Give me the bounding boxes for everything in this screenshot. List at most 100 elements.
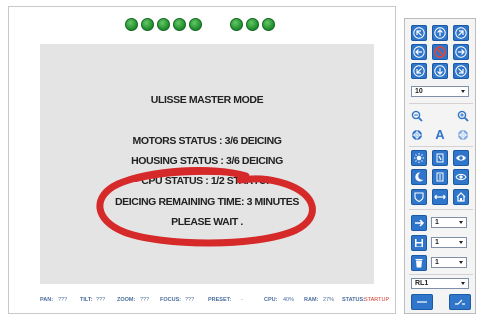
led-indicator — [125, 18, 138, 31]
focus-value: ??? — [185, 297, 195, 303]
relay-off-button[interactable] — [411, 294, 433, 310]
home-icon — [456, 192, 466, 202]
arrow-up-right-icon — [455, 27, 467, 39]
led-indicator — [157, 18, 170, 31]
preset-select-value: 1 — [435, 219, 439, 226]
preset-value: - — [241, 297, 243, 303]
speed-select-value: 10 — [415, 88, 423, 95]
cpu-status-text: CPU STATUS : 1/2 STARTUP — [141, 175, 273, 187]
tilt-down-button[interactable] — [432, 63, 448, 79]
screen-title: ULISSE MASTER MODE — [150, 94, 264, 106]
pan-up-left-button[interactable] — [411, 25, 427, 41]
led-indicator — [262, 18, 275, 31]
status-label: STATUS: — [342, 297, 366, 303]
ram-label: RAM: — [304, 297, 319, 303]
pan-value: ??? — [58, 297, 68, 303]
status-bar: PAN: ??? TILT: ??? ZOOM: ??? FOCUS: ??? … — [0, 294, 400, 306]
horizontal-scan-icon — [434, 194, 446, 200]
cpu-value: 40% — [283, 297, 295, 303]
arrow-left-icon — [413, 46, 425, 58]
wiper-button[interactable] — [432, 150, 448, 166]
zoom-in-button[interactable] — [455, 108, 471, 124]
arrow-down-right-icon — [455, 65, 467, 77]
pan-left-button[interactable] — [411, 44, 427, 60]
led-indicator — [230, 18, 243, 31]
led-indicators — [0, 18, 400, 31]
trash-icon — [415, 259, 423, 268]
delete-preset-select-value: 1 — [435, 259, 439, 266]
zoom-out-button[interactable] — [409, 108, 425, 124]
zoom-in-icon — [457, 110, 469, 122]
pan-up-right-button[interactable] — [453, 25, 469, 41]
infrared-button[interactable] — [432, 169, 448, 185]
ram-value: 27% — [323, 297, 335, 303]
arrow-up-left-icon — [413, 27, 425, 39]
shield-button[interactable] — [411, 189, 427, 205]
motors-status-text: MOTORS STATUS : 3/6 DEICING — [132, 135, 282, 147]
zoom-label: ZOOM: — [117, 297, 136, 303]
housing-status-text: HOUSING STATUS : 3/6 DEICING — [131, 155, 283, 167]
zoom-value: ??? — [140, 297, 150, 303]
pan-down-right-button[interactable] — [453, 63, 469, 79]
delete-preset-button[interactable] — [411, 255, 427, 271]
control-panel: 10 A 1 1 1 RL1 — [404, 18, 476, 314]
please-wait-text: PLEASE WAIT . — [171, 216, 243, 228]
tilt-value: ??? — [96, 297, 106, 303]
speed-select[interactable]: 10 — [411, 86, 469, 97]
shield-icon — [414, 192, 424, 203]
washer-button[interactable] — [453, 150, 469, 166]
arrow-right-icon — [415, 219, 425, 227]
tilt-label: TILT: — [80, 297, 93, 303]
led-indicator — [173, 18, 186, 31]
relay-select[interactable]: RL1 — [411, 278, 469, 289]
save-icon — [415, 239, 423, 247]
goto-preset-button[interactable] — [411, 215, 427, 231]
eye-open-icon — [455, 173, 467, 181]
led-indicator — [141, 18, 154, 31]
visibility-button[interactable] — [453, 169, 469, 185]
video-screen: ULISSE MASTER MODE MOTORS STATUS : 3/6 D… — [40, 44, 374, 284]
night-mode-button[interactable] — [411, 169, 427, 185]
focus-label: FOCUS: — [160, 297, 182, 303]
cpu-label: CPU: — [264, 297, 278, 303]
stop-icon — [434, 46, 446, 58]
focus-far-icon — [458, 130, 468, 140]
tilt-up-button[interactable] — [432, 25, 448, 41]
deicing-time-text: DEICING REMAINING TIME: 3 MINUTES — [115, 196, 299, 208]
auto-focus-icon: A — [435, 126, 445, 142]
focus-far-button[interactable] — [455, 127, 471, 143]
pan-right-button[interactable] — [453, 44, 469, 60]
arrow-down-icon — [434, 65, 446, 77]
save-preset-button[interactable] — [411, 235, 427, 251]
relay-on-button[interactable] — [449, 294, 471, 310]
moon-icon — [415, 172, 424, 182]
zoom-out-icon — [411, 110, 423, 122]
auto-focus-button[interactable]: A — [430, 126, 450, 142]
relay-switch-icon — [455, 299, 465, 305]
pan-down-left-button[interactable] — [411, 63, 427, 79]
relay-select-value: RL1 — [415, 280, 429, 287]
led-indicator — [246, 18, 259, 31]
arrow-right-icon — [455, 46, 467, 58]
delete-preset-select[interactable]: 1 — [431, 257, 467, 268]
focus-near-icon — [412, 130, 422, 140]
preset-label: PRESET: — [208, 297, 232, 303]
relay-off-icon — [417, 301, 427, 303]
status-value: STARTUP — [364, 297, 390, 303]
arrow-down-left-icon — [413, 65, 425, 77]
home-button[interactable] — [453, 189, 469, 205]
save-preset-select[interactable]: 1 — [431, 237, 467, 248]
sun-icon — [414, 153, 424, 163]
save-preset-select-value: 1 — [435, 239, 439, 246]
iris-open-button[interactable] — [411, 150, 427, 166]
led-indicator — [189, 18, 202, 31]
preset-select[interactable]: 1 — [431, 217, 467, 228]
focus-near-button[interactable] — [409, 127, 425, 143]
infrared-icon — [436, 172, 444, 182]
wiper-icon — [436, 153, 444, 163]
stop-button[interactable] — [432, 44, 448, 60]
eye-icon — [456, 155, 466, 161]
scan-button[interactable] — [432, 189, 448, 205]
pan-label: PAN: — [40, 297, 54, 303]
arrow-up-icon — [434, 27, 446, 39]
